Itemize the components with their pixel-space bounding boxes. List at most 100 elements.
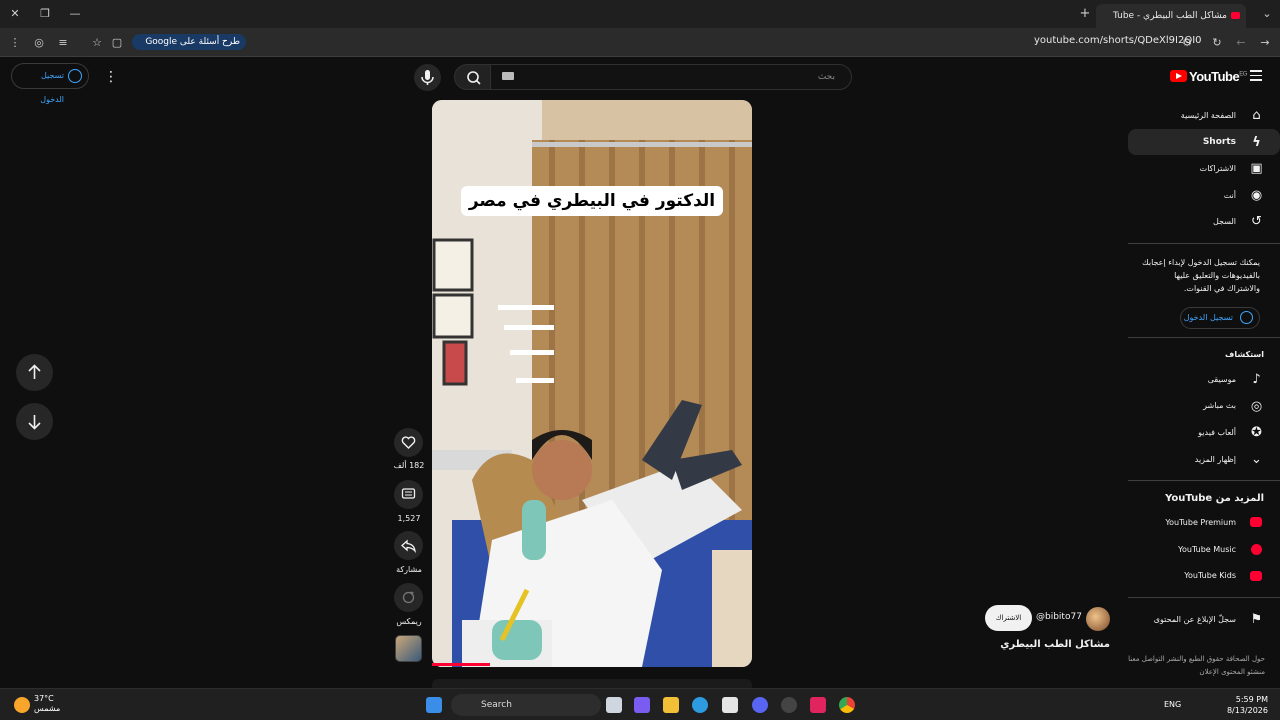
share-button[interactable] xyxy=(394,531,423,560)
taskbar-search[interactable]: Search xyxy=(451,694,601,716)
profile-icon[interactable]: ◎ xyxy=(30,28,48,57)
tab-search-icon[interactable]: ⌄ xyxy=(1258,0,1276,28)
sidebar-item-music[interactable]: ♪ موسيقى xyxy=(1128,366,1280,393)
sidebar-item-show-more[interactable]: ⌄ إظهار المزيد xyxy=(1128,446,1280,473)
hamburger-menu-icon[interactable] xyxy=(1250,70,1262,82)
menu-icon[interactable]: ⋮ xyxy=(6,28,24,57)
comments-button[interactable] xyxy=(394,480,423,509)
store-icon[interactable] xyxy=(722,697,738,713)
footer-links[interactable]: حول الصحافة حقوق الطبع والنشر التواصل مع… xyxy=(1128,653,1265,679)
more-from-youtube-header: المزيد من YouTube xyxy=(1128,489,1280,509)
home-icon: ⌂ xyxy=(1252,108,1261,123)
channel-handle[interactable]: @bibito77 xyxy=(1036,612,1082,622)
back-icon[interactable]: ← xyxy=(1232,28,1250,57)
more-header-brand: YouTube xyxy=(1165,493,1213,505)
tab-title: مشاكل الطب البيطري - Tube xyxy=(1112,11,1227,21)
search-button[interactable] xyxy=(454,64,492,90)
like-button[interactable] xyxy=(394,428,423,457)
sidebar-divider xyxy=(1128,336,1280,338)
sidebar-item-label: YouTube Premium xyxy=(1165,518,1236,528)
sidebar-item-label: إظهار المزيد xyxy=(1194,454,1236,464)
sidebar-item-label: بث مباشر xyxy=(1203,401,1236,411)
share-label: مشاركة xyxy=(396,565,422,574)
short-title: مشاكل الطب البيطري xyxy=(1000,639,1110,650)
discord-icon[interactable] xyxy=(752,697,768,713)
channel-avatar[interactable] xyxy=(1086,607,1110,631)
new-tab-icon[interactable]: + xyxy=(1076,0,1094,28)
sidebar-item-report[interactable]: ⚑ سجلّ الإبلاغ عن المحتوى xyxy=(1128,606,1280,633)
arrow-down-icon xyxy=(28,415,41,430)
remix-button[interactable] xyxy=(394,583,423,612)
sidebar-item-shorts[interactable]: ϟ Shorts xyxy=(1128,128,1280,156)
close-window-icon[interactable]: ✕ xyxy=(6,0,24,28)
bookmark-star-icon[interactable]: ☆ xyxy=(88,28,106,57)
reading-list-icon[interactable]: ≡ xyxy=(54,28,72,57)
weather-desc: مشمس xyxy=(34,704,61,713)
logo-country: EG xyxy=(1239,71,1247,78)
chrome-icon[interactable] xyxy=(839,697,855,713)
search-input[interactable]: بحث xyxy=(490,64,852,90)
minimize-icon[interactable]: — xyxy=(66,0,84,28)
sidebar-item-gaming[interactable]: ✪ ألعاب فيديو xyxy=(1128,419,1280,446)
task-view-icon[interactable] xyxy=(606,697,622,713)
pocket-icon[interactable] xyxy=(810,697,826,713)
system-clock[interactable]: 5:59 PM 8/13/2026 xyxy=(1224,694,1268,716)
account-icon xyxy=(68,69,82,83)
account-icon xyxy=(1240,310,1253,324)
sidebar-item-live[interactable]: ◎ بث مباشر xyxy=(1128,393,1280,420)
sidebar-item-history[interactable]: ↺ السجل xyxy=(1128,208,1280,235)
start-icon[interactable] xyxy=(426,697,442,713)
next-short-button[interactable] xyxy=(16,403,53,440)
youtube-kids-icon xyxy=(1250,570,1262,581)
video-progress-bar[interactable] xyxy=(432,663,490,666)
subscriptions-icon: ▣ xyxy=(1250,161,1263,177)
youtube-play-icon xyxy=(1170,70,1187,82)
signin-button[interactable]: تسجيل الدخول xyxy=(11,63,89,104)
sidebar-item-label: Shorts xyxy=(1202,136,1236,147)
search-icon xyxy=(467,71,481,85)
music-icon: ♪ xyxy=(1252,371,1261,387)
heart-icon xyxy=(401,436,416,449)
video-caption-overlay: الدكتور في البيطري في مصر xyxy=(461,186,723,216)
sound-thumbnail[interactable] xyxy=(395,635,422,662)
ask-google-button[interactable]: طرح أسئلة على Google xyxy=(132,34,246,50)
comment-icon xyxy=(401,488,416,499)
reload-icon[interactable]: ↻ xyxy=(1208,28,1226,57)
sidebar-signin-button[interactable]: تسجيل الدخول xyxy=(1180,306,1260,329)
previous-short-button[interactable] xyxy=(16,354,53,391)
sidebar: ⌂ الصفحة الرئيسية ϟ Shorts ▣ الاشتراكات ◉ أن… xyxy=(1128,97,1280,688)
browser-tab-strip: ✕ ❐ — + ✕ مشاكل الطب البيطري - Tube ⌄ xyxy=(0,0,1280,28)
sidebar-item-label: سجلّ الإبلاغ عن المحتوى xyxy=(1153,614,1236,624)
subscribe-button[interactable]: الاشتراك xyxy=(985,605,1032,631)
keyboard-icon[interactable] xyxy=(502,72,514,80)
share-icon xyxy=(401,539,416,553)
voice-search-button[interactable] xyxy=(414,64,441,91)
language-indicator[interactable]: ENG xyxy=(1164,700,1181,709)
settings-menu-icon[interactable]: ⋮ xyxy=(104,67,118,87)
screenshot-icon[interactable]: ▢ xyxy=(108,28,126,57)
youtube-logo[interactable]: YouTubeEG xyxy=(1170,69,1247,84)
explore-header: استكشاف xyxy=(1225,349,1264,359)
youtube-music-icon xyxy=(1251,543,1262,555)
steam-icon[interactable] xyxy=(781,697,797,713)
sidebar-item-premium[interactable]: YouTube Premium xyxy=(1128,509,1280,536)
edge-icon[interactable] xyxy=(692,697,708,713)
sidebar-item-subscriptions[interactable]: ▣ الاشتراكات xyxy=(1128,155,1280,182)
more-header-prefix: المزيد من xyxy=(1215,493,1264,505)
sidebar-item-you[interactable]: ◉ أنت xyxy=(1128,182,1280,209)
browser-tab-active[interactable]: مشاكل الطب البيطري - Tube xyxy=(1096,4,1246,28)
sidebar-item-kids[interactable]: YouTube Kids xyxy=(1128,563,1280,590)
sidebar-item-home[interactable]: ⌂ الصفحة الرئيسية xyxy=(1128,102,1280,129)
taskbar: 37°C مشمس Search ENG 5:59 PM 8/13/2026 xyxy=(0,688,1280,720)
sidebar-item-music-app[interactable]: YouTube Music xyxy=(1128,536,1280,563)
forward-icon[interactable]: → xyxy=(1256,28,1274,57)
maximize-icon[interactable]: ❐ xyxy=(36,0,54,28)
sidebar-item-label: الاشتراكات xyxy=(1199,163,1236,173)
sun-icon xyxy=(14,697,30,713)
widgets-app-icon[interactable] xyxy=(634,697,650,713)
comment-count: 1,527 xyxy=(397,514,421,523)
file-explorer-icon[interactable] xyxy=(663,697,679,713)
url-field[interactable]: youtube.com/shorts/QDeXl9I2QI0 xyxy=(1034,35,1202,46)
sidebar-item-label: موسيقى xyxy=(1207,374,1236,384)
masthead: تسجيل الدخول ⋮ بحث YouTubeEG xyxy=(0,57,1280,104)
